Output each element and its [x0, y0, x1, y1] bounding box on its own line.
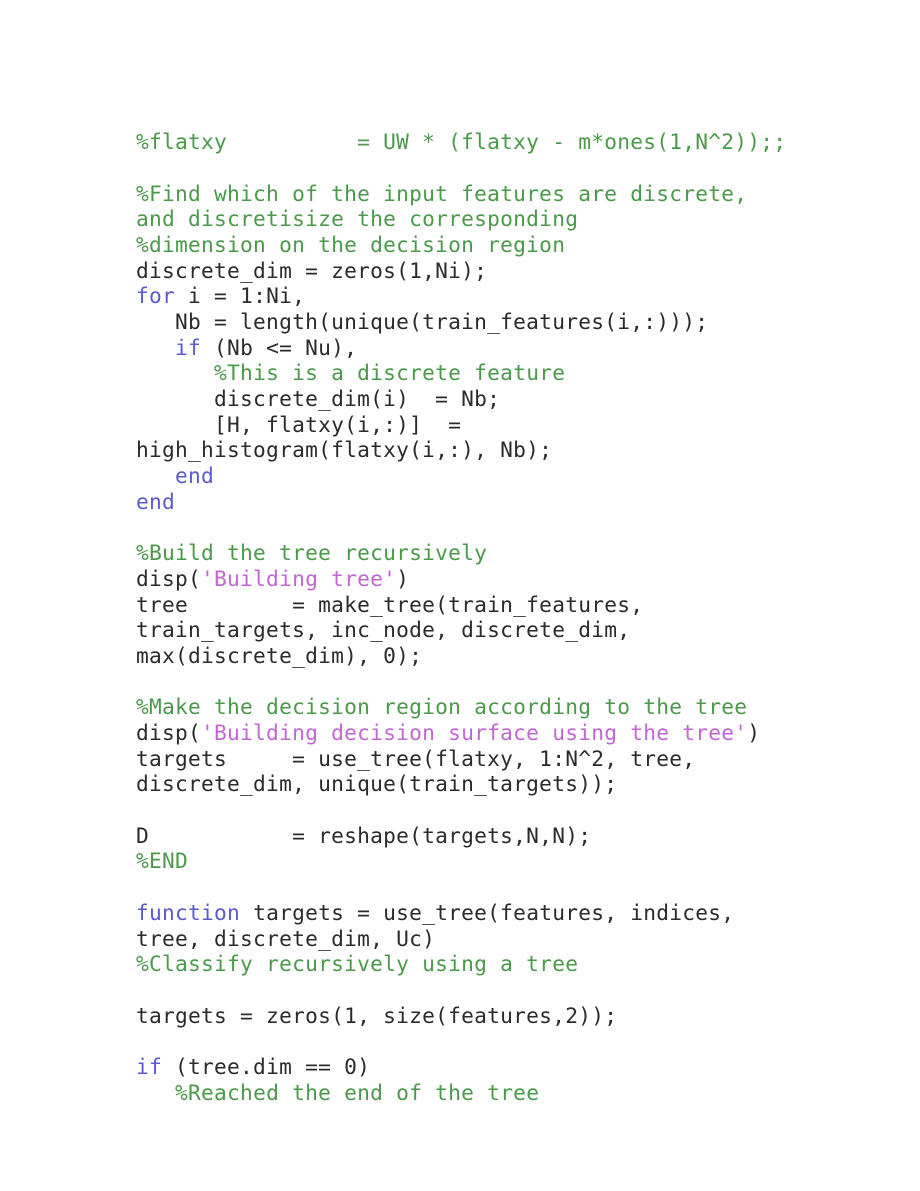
code-line: discrete_dim(i) = Nb;: [136, 386, 836, 412]
code-line: disp('Building decision surface using th…: [136, 720, 836, 746]
code-token-plain: ): [747, 720, 761, 745]
code-token-plain: max(discrete_dim), 0);: [136, 642, 423, 668]
code-line: if (Nb <= Nu),: [136, 335, 836, 361]
code-line: if (tree.dim == 0): [136, 1054, 836, 1080]
code-line: Nb = length(unique(train_features(i,:)))…: [136, 309, 836, 335]
code-line: targets = zeros(1, size(features,2));: [136, 1003, 836, 1029]
code-token-comment: %This is a discrete feature: [214, 360, 566, 386]
code-line: function targets = use_tree(features, in…: [136, 900, 836, 926]
document-page: %flatxy = UW * (flatxy - m*ones(1,N^2));…: [0, 0, 920, 1191]
code-token-plain: targets = zeros(1, size(features,2));: [136, 1002, 618, 1028]
code-token-plain: disp(: [136, 565, 202, 591]
code-line: max(discrete_dim), 0);: [136, 643, 836, 669]
matlab-code-listing: %flatxy = UW * (flatxy - m*ones(1,N^2));…: [136, 129, 836, 1105]
code-token-plain: ): [396, 565, 410, 591]
code-token-comment: %Build the tree recursively: [136, 540, 488, 566]
code-token-plain: Nb = length(unique(train_features(i,:)))…: [136, 309, 709, 334]
code-line: and discretisize the corresponding: [136, 206, 836, 232]
code-token-keyword: if: [136, 1053, 163, 1079]
code-line: %flatxy = UW * (flatxy - m*ones(1,N^2));…: [136, 129, 836, 155]
code-token-keyword: for: [136, 283, 176, 309]
code-line: targets = use_tree(flatxy, 1:N^2, tree,: [136, 746, 836, 772]
code-line: end: [136, 489, 836, 515]
code-token-keyword: end: [136, 488, 176, 514]
code-token-comment: %END: [136, 848, 189, 874]
code-line: %Classify recursively using a tree: [136, 951, 836, 977]
code-token-keyword: function: [136, 899, 241, 925]
code-line: %Reached the end of the tree: [136, 1080, 836, 1106]
code-line: %Find which of the input features are di…: [136, 181, 836, 207]
code-token-plain: discrete_dim, unique(train_targets));: [136, 771, 618, 797]
code-token-plain: disp(: [136, 720, 202, 745]
code-token-comment: %Make the decision region according to t…: [136, 694, 748, 720]
code-token-plain: discrete_dim(i) = Nb;: [136, 386, 501, 412]
code-token-comment: %flatxy = UW * (flatxy - m*ones(1,N^2));…: [136, 129, 787, 155]
code-token-plain: discrete_dim = zeros(1,Ni);: [136, 257, 488, 283]
code-token-string: 'Building tree': [201, 565, 397, 591]
code-token-comment: %Reached the end of the tree: [175, 1079, 540, 1105]
code-token-comment: %dimension on the decision region: [136, 231, 566, 257]
code-line: %dimension on the decision region: [136, 232, 836, 258]
code-token-plain: (Nb <= Nu),: [201, 334, 358, 360]
code-token-plain: (tree.dim == 0): [162, 1053, 371, 1079]
code-line: high_histogram(flatxy(i,:), Nb);: [136, 437, 836, 463]
code-token-plain: train_targets, inc_node, discrete_dim,: [136, 617, 631, 643]
code-token-plain: targets = use_tree(flatxy, 1:N^2, tree,: [136, 745, 696, 771]
code-line: [H, flatxy(i,:)] =: [136, 412, 836, 438]
code-token-plain: D = reshape(targets,N,N);: [136, 822, 592, 848]
code-line: train_targets, inc_node, discrete_dim,: [136, 617, 836, 643]
code-token-keyword: if: [175, 334, 202, 360]
code-token-plain: tree, discrete_dim, Uc): [136, 925, 436, 951]
code-token-comment: %Classify recursively using a tree: [136, 951, 579, 977]
code-line: %END: [136, 848, 836, 874]
code-line: disp('Building tree'): [136, 566, 836, 592]
code-token-plain: high_histogram(flatxy(i,:), Nb);: [136, 437, 553, 463]
code-token-plain: tree = make_tree(train_features,: [136, 591, 644, 617]
code-line: end: [136, 463, 836, 489]
code-line: tree = make_tree(train_features,: [136, 592, 836, 618]
code-token-plain: targets = use_tree(features, indices,: [240, 899, 735, 925]
code-line: %Make the decision region according to t…: [136, 694, 836, 720]
code-line: discrete_dim, unique(train_targets));: [136, 771, 836, 797]
code-token-string: 'Building decision surface using the tre…: [201, 720, 748, 745]
code-line: discrete_dim = zeros(1,Ni);: [136, 258, 836, 284]
code-token-plain: i = 1:Ni,: [175, 283, 306, 309]
code-token-comment: %Find which of the input features are di…: [136, 180, 748, 206]
code-token-keyword: end: [175, 463, 215, 489]
code-token-comment: and discretisize the corresponding: [136, 206, 579, 232]
code-line: %Build the tree recursively: [136, 540, 836, 566]
code-line: D = reshape(targets,N,N);: [136, 823, 836, 849]
code-line: for i = 1:Ni,: [136, 283, 836, 309]
code-token-plain: [H, flatxy(i,:)] =: [136, 411, 462, 437]
code-line: %This is a discrete feature: [136, 360, 836, 386]
code-line: tree, discrete_dim, Uc): [136, 926, 836, 952]
